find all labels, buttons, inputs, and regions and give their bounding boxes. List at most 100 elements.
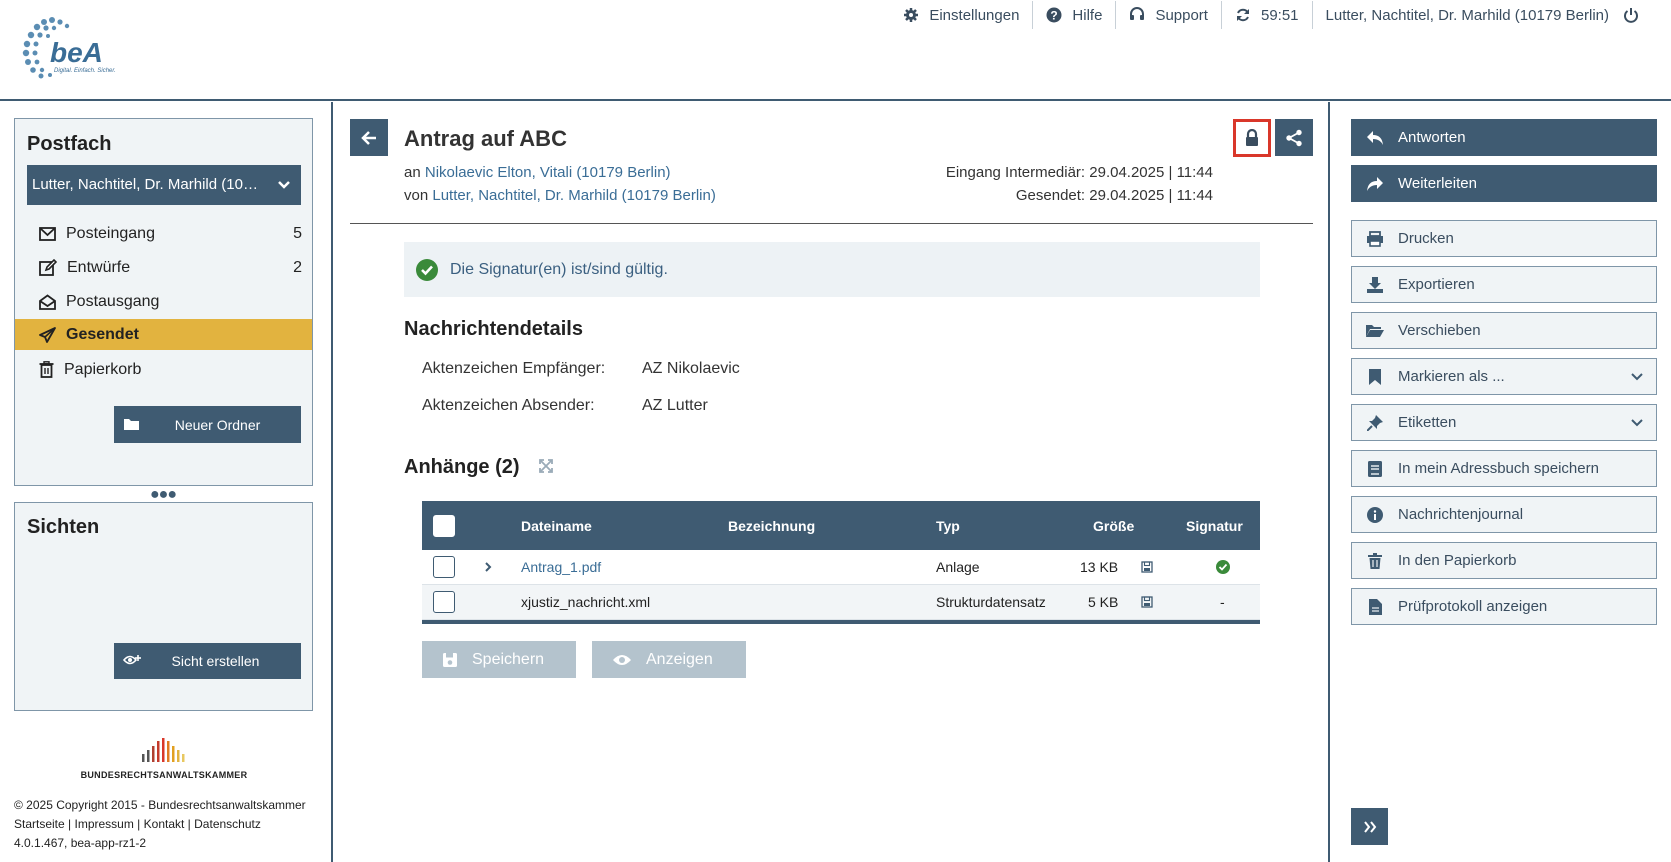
save-label: Speichern [472,650,545,668]
mark-as-dropdown[interactable]: Markieren als ... [1351,358,1657,395]
version-text: 4.0.1.467, bea-app-rz1-2 [14,836,147,850]
chevron-down-icon [1631,373,1643,381]
table-row[interactable]: Antrag_1.pdf Anlage 13 KB [422,550,1260,585]
top-toolbar: Einstellungen ? Hilfe Support 59:51 Lutt… [890,0,1649,30]
detail-value-recipient-ref: AZ Nikolaevic [642,360,740,377]
select-all-checkbox[interactable] [433,514,455,537]
reply-button[interactable]: Antworten [1351,119,1657,156]
back-button[interactable] [350,119,388,156]
chevron-down-icon [1631,419,1643,427]
header-filename[interactable]: Dateiname [521,501,592,550]
print-button[interactable]: Drucken [1351,220,1657,257]
footer-links: Startseite | Impressum | Kontakt | Daten… [14,817,261,831]
save-icon [443,652,457,667]
settings-link[interactable]: Einstellungen [890,1,1034,29]
recipient-line: an Nikolaevic Elton, Vitali (10179 Berli… [404,164,671,181]
lock-button[interactable] [1233,119,1271,157]
header-description[interactable]: Bezeichnung [728,501,815,550]
bea-logo[interactable]: beA Digital. Einfach. Sicher. [14,14,139,84]
header-type[interactable]: Typ [936,501,960,550]
received-date: Eingang Intermediär: 29.04.2025 | 11:44 [945,164,1213,181]
postfach-panel: Postfach Lutter, Nachtitel, Dr. Marhild … [14,118,313,486]
sender-link[interactable]: Lutter, Nachtitel, Dr. Marhild (10179 Be… [432,187,715,204]
session-timer[interactable]: 59:51 [1222,1,1313,29]
move-label: Verschieben [1398,322,1481,339]
header-size[interactable]: Größe [1093,501,1134,550]
file-icon [1368,598,1382,615]
new-folder-button[interactable]: Neuer Ordner [114,406,301,443]
save-button[interactable]: Speichern [422,641,576,678]
attachment-type: Strukturdatensatz [936,594,1046,610]
folder-gesendet[interactable]: Gesendet [15,319,312,350]
select-all-checkbox-cell [433,501,455,550]
header-divider [350,223,1313,224]
move-to-trash-button[interactable]: In den Papierkorb [1351,542,1657,579]
power-icon[interactable] [1623,7,1639,23]
signature-status-text: Die Signatur(en) ist/sind gültig. [450,260,668,278]
export-label: Exportieren [1398,276,1475,293]
refresh-icon [1236,8,1249,22]
mailbox-select[interactable]: Lutter, Nachtitel, Dr. Marhild (10179 Be… [27,165,301,205]
arrow-left-icon [361,130,376,145]
view-button[interactable]: Anzeigen [592,641,746,678]
reply-label: Antworten [1398,129,1466,146]
folder-label: Papierkorb [64,360,142,378]
share-button[interactable] [1275,119,1313,156]
footer-link-startseite[interactable]: Startseite [14,817,65,831]
check-circle-icon [416,258,438,281]
copyright-text: © 2025 Copyright 2015 - Bundesrechtsanwa… [14,798,306,812]
folder-papierkorb[interactable]: Papierkorb [15,354,312,385]
collapse-sidebar-button[interactable] [1351,808,1388,845]
new-folder-label: Neuer Ordner [174,416,261,433]
table-header: Dateiname Bezeichnung Typ Größe Signatur [422,501,1260,550]
size-detail-icon[interactable] [1141,550,1153,584]
share-icon [1286,129,1302,146]
message-journal-button[interactable]: Nachrichtenjournal [1351,496,1657,533]
row-checkbox[interactable] [433,556,455,578]
save-to-addressbook-button[interactable]: In mein Adressbuch speichern [1351,450,1657,487]
folder-entwuerfe[interactable]: Entwürfe 2 [15,252,312,283]
expand-icon[interactable] [538,458,554,474]
help-label: Hilfe [1072,6,1103,24]
create-view-button[interactable]: Sicht erstellen [114,643,301,679]
folder-postausgang[interactable]: Postausgang [15,286,312,317]
question-circle-icon: ? [1046,7,1062,23]
footer-link-kontakt[interactable]: Kontakt [144,817,185,831]
labels-dropdown[interactable]: Etiketten [1351,404,1657,441]
recipient-link[interactable]: Nikolaevic Elton, Vitali (10179 Berlin) [425,164,671,181]
timer-value: 59:51 [1260,6,1299,24]
forward-button[interactable]: Weiterleiten [1351,165,1657,202]
mark-as-label: Markieren als ... [1398,368,1505,385]
folder-posteingang[interactable]: Posteingang 5 [15,218,312,249]
attachment-signature: - [1220,594,1225,610]
export-button[interactable]: Exportieren [1351,266,1657,303]
chevron-right-icon [485,562,492,572]
footer-link-datenschutz[interactable]: Datenschutz [194,817,261,831]
support-label: Support [1155,6,1208,24]
reply-icon [1367,130,1383,145]
support-link[interactable]: Support [1116,1,1222,29]
to-prefix: an [404,164,421,181]
attachment-filename-link[interactable]: Antrag_1.pdf [521,550,601,584]
svg-text:beA: beA [50,37,103,68]
move-button[interactable]: Verschieben [1351,312,1657,349]
size-detail-icon[interactable] [1141,585,1153,619]
footer-link-impressum[interactable]: Impressum [75,817,134,831]
user-menu[interactable]: Lutter, Nachtitel, Dr. Marhild (10179 Be… [1313,1,1649,29]
edit-icon [39,259,57,276]
audit-log-button[interactable]: Prüfprotokoll anzeigen [1351,588,1657,625]
row-expand-toggle[interactable] [483,550,493,584]
header-signature[interactable]: Signatur [1186,501,1243,550]
view-label: Anzeigen [646,650,713,668]
brak-logo: BUNDESRECHTSANWALTSKAMMER [75,738,253,780]
signature-valid-icon[interactable] [1216,550,1230,584]
message-view: Antrag auf ABC an Nikolaevic Elton, Vita… [333,102,1328,862]
pin-icon [1367,414,1383,431]
download-icon [1367,276,1383,293]
help-link[interactable]: ? Hilfe [1033,1,1117,29]
create-view-label: Sicht erstellen [171,653,260,669]
row-checkbox[interactable] [433,591,455,613]
sichten-title: Sichten [27,516,100,538]
table-row[interactable]: xjustiz_nachricht.xml Strukturdatensatz … [422,585,1260,620]
table-footer-bar [422,620,1260,624]
